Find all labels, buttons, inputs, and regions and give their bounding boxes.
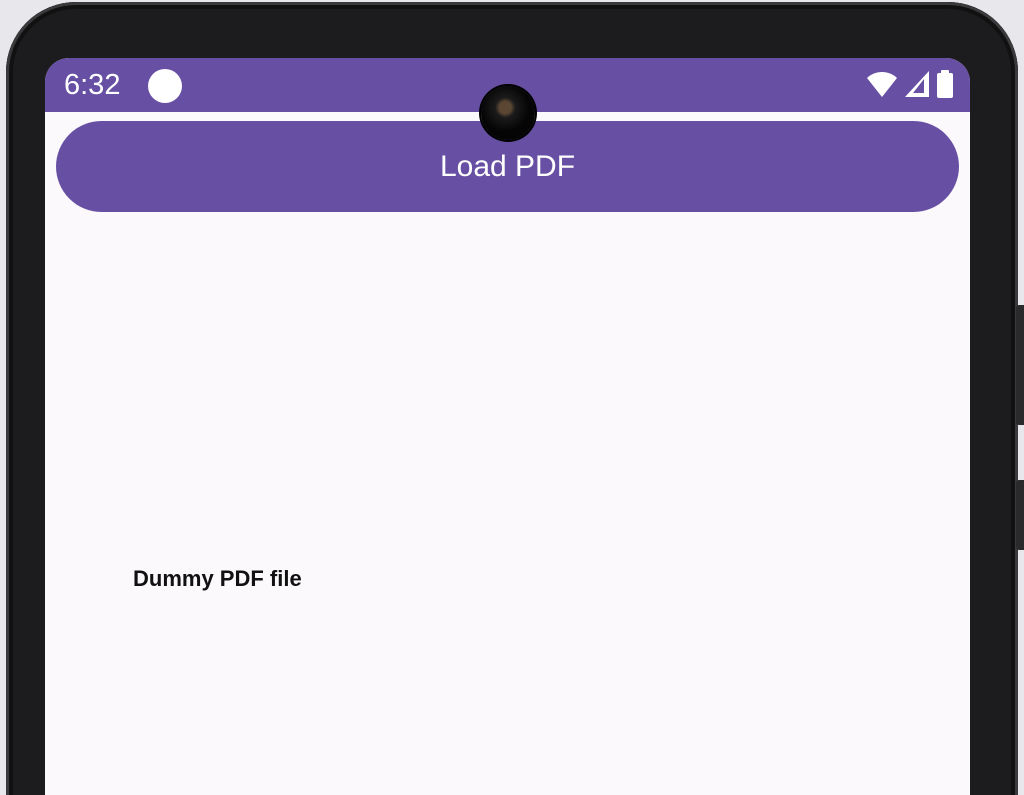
signal-icon (904, 69, 930, 103)
app-screen: 6:32 Load PDF Dummy PDF file (45, 58, 970, 795)
notification-dot-icon (148, 69, 182, 103)
wifi-icon (866, 69, 898, 103)
device-frame: 6:32 Load PDF Dummy PDF file (0, 0, 1024, 795)
power-button (1016, 480, 1024, 550)
status-time: 6:32 (64, 69, 121, 101)
pdf-viewer[interactable]: Dummy PDF file (45, 216, 970, 795)
volume-button (1016, 305, 1024, 425)
status-icons (866, 69, 954, 103)
battery-icon (936, 69, 954, 103)
pdf-document-text: Dummy PDF file (133, 566, 302, 591)
front-camera-icon (481, 86, 535, 140)
